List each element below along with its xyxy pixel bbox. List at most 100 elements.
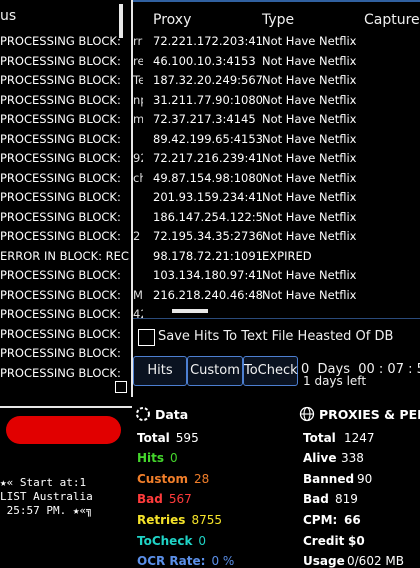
stat-tocheck-value: 0	[198, 534, 207, 548]
type-cell[interactable]: Not Have Netflix	[262, 71, 356, 90]
save-hits-label[interactable]: Save Hits To Text File Heasted Of DB	[158, 329, 393, 344]
proxy-banned-value: 90	[357, 472, 373, 486]
vertical-scrollbar-thumb[interactable]	[119, 4, 123, 38]
proxy-cell[interactable]: 103.134.180.97:41	[153, 266, 263, 285]
type-cell[interactable]: EXPIRED	[262, 247, 312, 266]
status-row[interactable]: PROCESSING BLOCK:	[0, 188, 121, 207]
stat-custom-label: Custom	[137, 472, 188, 486]
status-fragment-cell: rr	[133, 34, 143, 48]
type-cell[interactable]: Not Have Netflix	[262, 227, 356, 246]
status-row[interactable]: PROCESSING BLOCK:	[0, 71, 121, 90]
status-fragment-cell	[133, 266, 143, 285]
proxy-banned-label: Banned	[303, 472, 355, 486]
status-row[interactable]: PROCESSING BLOCK:	[0, 110, 121, 129]
status-column-header[interactable]: us	[0, 8, 16, 24]
proxy-cell[interactable]: 72.221.172.203:41	[153, 32, 263, 51]
status-row[interactable]: PROCESSING BLOCK:	[0, 305, 121, 324]
stat-hits-label: Hits	[137, 451, 165, 465]
status-row[interactable]: PROCESSING BLOCK:	[0, 266, 121, 285]
proxy-cell[interactable]: 46.100.10.3:4153	[153, 52, 256, 71]
status-row[interactable]: PROCESSING BLOCK:	[0, 169, 121, 188]
type-cell[interactable]: Not Have Netflix	[262, 32, 356, 51]
proxy-total-label: Total	[303, 431, 336, 445]
stat-retries-label: Retries	[137, 513, 186, 527]
status-row[interactable]: PROCESSING BLOCK:	[0, 208, 121, 227]
column-header-capture[interactable]: Capture	[364, 12, 420, 28]
status-fragment-cell: np	[133, 92, 143, 107]
info-line-time: 25:57 PM. ★«╗	[0, 504, 93, 517]
status-row[interactable]: PROCESSING BLOCK:	[0, 130, 121, 149]
type-cell[interactable]: Not Have Netflix	[262, 130, 356, 149]
status-fragment-cell	[133, 208, 143, 227]
proxy-cell[interactable]: 187.32.20.249:567	[153, 71, 263, 90]
proxy-banned: Banned 90	[303, 472, 372, 486]
stat-retries: Retries 8755	[137, 513, 222, 527]
loading-icon	[136, 407, 150, 421]
proxies-section-title: PROXIES & PERF	[319, 407, 420, 422]
type-cell[interactable]: Not Have Netflix	[262, 110, 356, 129]
proxy-cell[interactable]: 31.211.77.90:1080	[153, 91, 263, 110]
proxy-total-value: 1247	[344, 431, 375, 445]
proxy-usage-label: Usage	[303, 554, 345, 568]
status-list[interactable]: us PROCESSING BLOCK: PROCESSING BLOCK: PRO…	[0, 0, 133, 397]
save-hits-checkbox[interactable]	[138, 329, 155, 346]
tocheck-button[interactable]: ToCheck	[243, 356, 298, 386]
proxy-cpm-value: 66	[344, 513, 361, 527]
stat-total: Total 595	[137, 431, 199, 445]
proxy-cell[interactable]: 72.217.216.239:41	[153, 149, 263, 168]
horizontal-scrollbar-thumb[interactable]	[172, 309, 208, 313]
proxy-alive-value: 338	[341, 451, 364, 465]
status-fragment-cell	[133, 188, 143, 207]
proxy-cell[interactable]: 216.218.240.46:48	[153, 286, 263, 305]
status-row[interactable]: PROCESSING BLOCK:	[0, 52, 121, 71]
stat-hits-value: 0	[170, 451, 178, 465]
status-row[interactable]: ERROR IN BLOCK: REC	[0, 247, 129, 266]
stat-ocr-label: OCR Rate:	[137, 554, 206, 568]
proxy-cpm: CPM: 66	[303, 513, 361, 527]
type-cell[interactable]: Not Have Netflix	[262, 52, 356, 71]
type-cell[interactable]: Not Have Netflix	[262, 188, 356, 207]
status-row[interactable]: PROCESSING BLOCK:	[0, 149, 121, 168]
proxy-cell[interactable]: 72.37.217.3:4145	[153, 110, 256, 129]
status-fragment-cell	[133, 130, 143, 149]
hits-button[interactable]: Hits	[133, 356, 187, 386]
status-row[interactable]: PROCESSING BLOCK:	[0, 227, 121, 246]
status-fragment-cell: Te	[133, 73, 143, 87]
type-cell[interactable]: Not Have Netflix	[262, 266, 356, 285]
proxy-usage: Usage 0/602 MB	[303, 554, 404, 568]
type-cell[interactable]: Not Have Netflix	[262, 286, 356, 305]
proxy-cell[interactable]: 49.87.154.98:1080	[153, 169, 263, 188]
stat-retries-value: 8755	[191, 513, 222, 527]
proxy-cell[interactable]: 98.178.72.21:1091	[153, 247, 263, 266]
custom-button[interactable]: Custom	[187, 356, 243, 386]
status-row[interactable]: PROCESSING BLOCK:	[0, 325, 121, 344]
table-divider	[133, 318, 420, 319]
proxy-cell[interactable]: 72.195.34.35:2736	[153, 227, 263, 246]
status-row[interactable]: PROCESSING BLOCK:	[0, 286, 121, 305]
results-table[interactable]: Proxy Type Capture 72.221.172.203:41 Not …	[133, 0, 420, 307]
status-fragment-cell: 42	[133, 307, 143, 321]
proxy-credit-label: Credit	[303, 534, 345, 548]
resize-grip[interactable]	[115, 381, 127, 393]
status-row[interactable]: PROCESSING BLOCK:	[0, 344, 121, 363]
status-fragment-cell: ch	[133, 170, 143, 185]
days-left: 1 days left	[303, 374, 367, 388]
info-line-start: ★« Start at:1	[0, 476, 87, 489]
type-cell[interactable]: Not Have Netflix	[262, 91, 356, 110]
stat-total-value: 595	[175, 431, 199, 445]
status-row[interactable]: PROCESSING BLOCK:	[0, 91, 121, 110]
status-row[interactable]: PROCESSING BLOCK:	[0, 32, 121, 51]
status-fragment-cell	[133, 247, 143, 266]
status-row[interactable]: PROCESSING BLOCK:	[0, 364, 121, 383]
proxy-cell[interactable]: 201.93.159.234:41	[153, 188, 263, 207]
proxy-cell[interactable]: 89.42.199.65:4153	[153, 130, 263, 149]
column-header-type[interactable]: Type	[262, 12, 294, 28]
proxy-total: Total 1247	[303, 431, 375, 445]
type-cell[interactable]: Not Have Netflix	[262, 149, 356, 168]
column-header-proxy[interactable]: Proxy	[153, 12, 191, 28]
type-cell[interactable]: Not Have Netflix	[262, 208, 356, 227]
data-section-title: Data	[155, 407, 189, 422]
stat-ocr-rate: OCR Rate: 0 %	[137, 554, 234, 568]
type-cell[interactable]: Not Have Netflix	[262, 169, 356, 188]
proxy-cell[interactable]: 186.147.254.122:5	[153, 208, 263, 227]
